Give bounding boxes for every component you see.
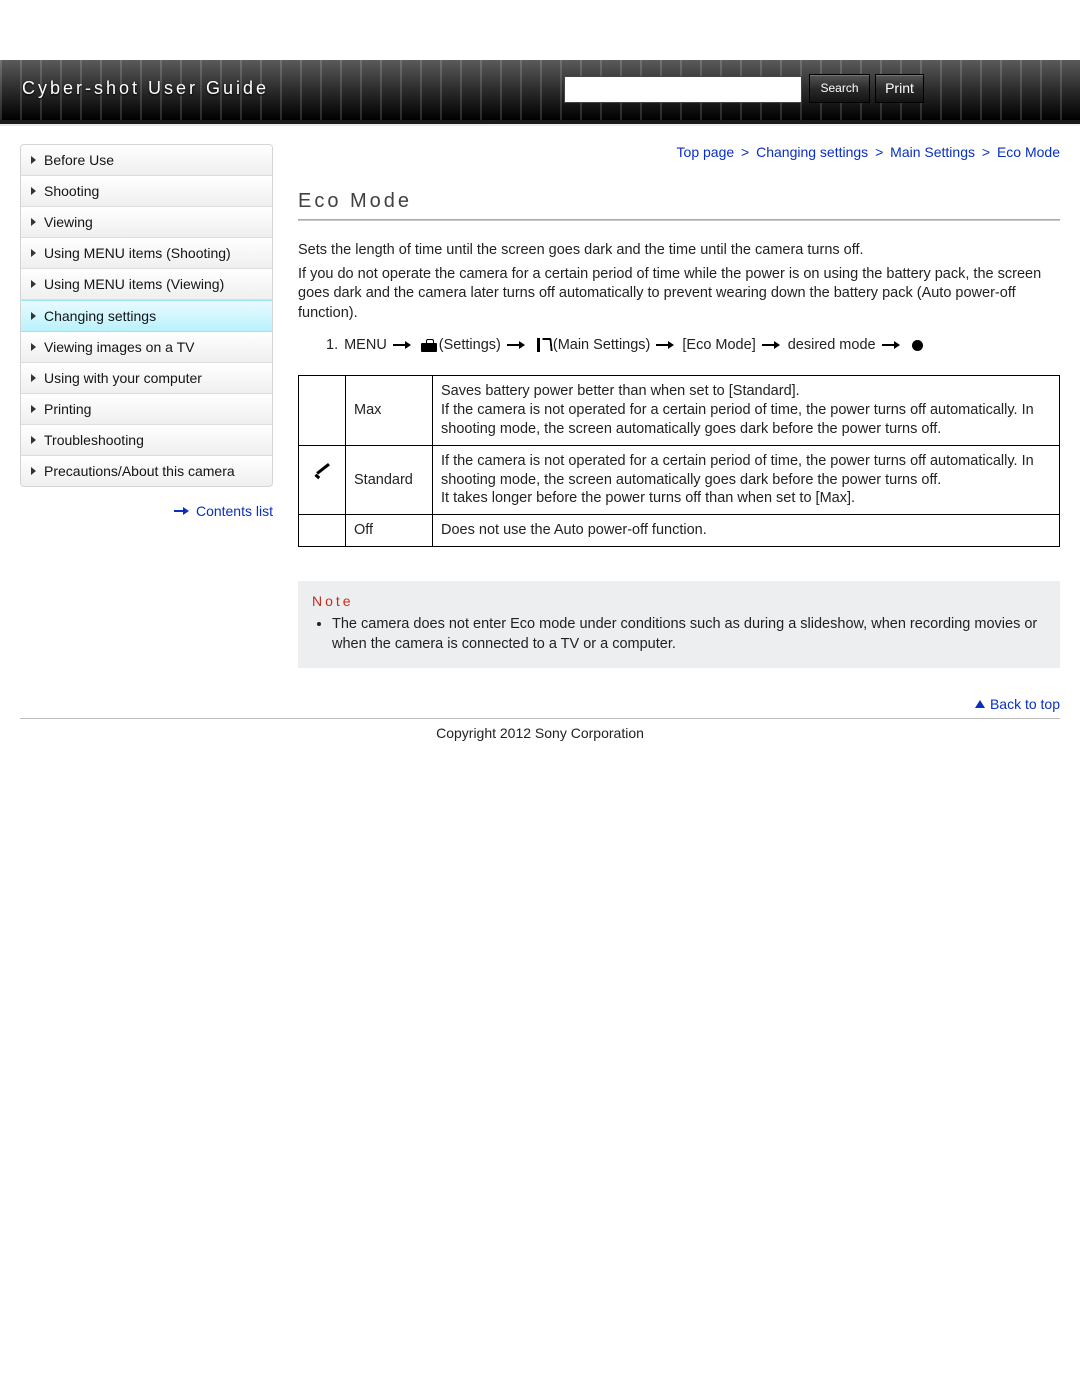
step-text: (Settings) bbox=[439, 337, 501, 353]
sidebar-item-label: Troubleshooting bbox=[44, 432, 144, 448]
breadcrumb-item[interactable]: Changing settings bbox=[756, 144, 868, 160]
sidebar-item[interactable]: Viewing images on a TV bbox=[21, 332, 272, 363]
sidebar-item-label: Precautions/About this camera bbox=[44, 463, 235, 479]
sidebar-item[interactable]: Precautions/About this camera bbox=[21, 456, 272, 486]
note-item: The camera does not enter Eco mode under… bbox=[332, 615, 1046, 654]
table-row: OffDoes not use the Auto power-off funct… bbox=[299, 515, 1060, 547]
sidebar-item-label: Using with your computer bbox=[44, 370, 202, 386]
breadcrumb-item[interactable]: Top page bbox=[677, 144, 735, 160]
table-row: MaxSaves battery power better than when … bbox=[299, 376, 1060, 446]
intro-text-2: If you do not operate the camera for a c… bbox=[298, 265, 1060, 324]
contents-list-link[interactable]: Contents list bbox=[20, 503, 273, 519]
step-text: desired mode bbox=[788, 337, 876, 353]
select-button-icon bbox=[912, 340, 923, 351]
caret-right-icon bbox=[31, 218, 36, 226]
sidebar-item-label: Viewing bbox=[44, 214, 93, 230]
step-number: 1. bbox=[326, 337, 338, 353]
back-to-top-label: Back to top bbox=[990, 696, 1060, 712]
table-row: StandardIf the camera is not operated fo… bbox=[299, 445, 1060, 515]
copyright-text: Copyright 2012 Sony Corporation bbox=[0, 725, 1080, 741]
caret-right-icon bbox=[31, 374, 36, 382]
breadcrumb-item[interactable]: Eco Mode bbox=[997, 144, 1060, 160]
page-title: Eco Mode bbox=[298, 190, 1060, 213]
sidebar-item-label: Viewing images on a TV bbox=[44, 339, 194, 355]
option-description: Does not use the Auto power-off function… bbox=[433, 515, 1060, 547]
breadcrumb: Top page > Changing settings > Main Sett… bbox=[298, 144, 1060, 160]
nav-list: Before Use Shooting Viewing Using MENU item… bbox=[20, 144, 273, 487]
default-cell bbox=[299, 445, 346, 515]
breadcrumb-item[interactable]: Main Settings bbox=[890, 144, 975, 160]
option-name: Max bbox=[346, 376, 433, 446]
caret-right-icon bbox=[31, 405, 36, 413]
option-description: If the camera is not operated for a cert… bbox=[433, 445, 1060, 515]
sidebar-item-label: Printing bbox=[44, 401, 91, 417]
caret-right-icon bbox=[31, 249, 36, 257]
note-title: Note bbox=[312, 593, 1046, 609]
breadcrumb-sep: > bbox=[741, 144, 749, 160]
arrow-right-icon bbox=[656, 341, 676, 349]
sidebar-item-label: Using MENU items (Viewing) bbox=[44, 276, 224, 292]
option-name: Off bbox=[346, 515, 433, 547]
arrow-right-icon bbox=[393, 341, 413, 349]
toolbox-icon bbox=[421, 339, 437, 352]
arrow-right-icon bbox=[174, 507, 190, 515]
site-title: Cyber-shot User Guide bbox=[22, 78, 269, 99]
arrow-right-icon bbox=[507, 341, 527, 349]
sidebar-item[interactable]: Changing settings bbox=[21, 300, 272, 332]
search-button[interactable]: Search bbox=[809, 74, 870, 103]
intro-text-1: Sets the length of time until the screen… bbox=[298, 241, 1060, 261]
caret-right-icon bbox=[31, 280, 36, 288]
sidebar-item-label: Changing settings bbox=[44, 308, 156, 324]
sidebar-item-label: Before Use bbox=[44, 152, 114, 168]
sidebar-item[interactable]: Before Use bbox=[21, 145, 272, 176]
divider bbox=[298, 219, 1060, 221]
sidebar-item[interactable]: Using MENU items (Viewing) bbox=[21, 269, 272, 300]
checkmark-icon bbox=[313, 470, 331, 484]
back-to-top-link[interactable]: Back to top bbox=[298, 696, 1060, 712]
step-text: [Eco Mode] bbox=[682, 337, 755, 353]
sidebar-item[interactable]: Using MENU items (Shooting) bbox=[21, 238, 272, 269]
search-input[interactable] bbox=[564, 76, 802, 103]
caret-right-icon bbox=[31, 156, 36, 164]
caret-right-icon bbox=[31, 187, 36, 195]
option-name: Standard bbox=[346, 445, 433, 515]
triangle-up-icon bbox=[975, 700, 985, 708]
sidebar-item[interactable]: Shooting bbox=[21, 176, 272, 207]
caret-right-icon bbox=[31, 343, 36, 351]
step-text: MENU bbox=[344, 337, 387, 353]
sidebar: Before Use Shooting Viewing Using MENU item… bbox=[20, 144, 273, 519]
main-settings-icon bbox=[535, 338, 551, 352]
default-cell bbox=[299, 515, 346, 547]
breadcrumb-sep: > bbox=[982, 144, 990, 160]
sidebar-item-label: Using MENU items (Shooting) bbox=[44, 245, 231, 261]
breadcrumb-sep: > bbox=[875, 144, 883, 160]
contents-list-label: Contents list bbox=[196, 503, 273, 519]
arrow-right-icon bbox=[762, 341, 782, 349]
caret-right-icon bbox=[31, 436, 36, 444]
sidebar-item[interactable]: Troubleshooting bbox=[21, 425, 272, 456]
sidebar-item-label: Shooting bbox=[44, 183, 99, 199]
caret-right-icon bbox=[31, 467, 36, 475]
default-cell bbox=[299, 376, 346, 446]
option-description: Saves battery power better than when set… bbox=[433, 376, 1060, 446]
header-bar: Cyber-shot User Guide Search Print bbox=[0, 60, 1080, 124]
sidebar-item[interactable]: Viewing bbox=[21, 207, 272, 238]
print-button[interactable]: Print bbox=[875, 74, 924, 103]
caret-right-icon bbox=[31, 312, 36, 320]
footer-divider bbox=[20, 718, 1060, 719]
arrow-right-icon bbox=[882, 341, 902, 349]
menu-path-step: 1. MENU (Settings) (Main Settings) [Eco … bbox=[298, 337, 1060, 353]
step-text: (Main Settings) bbox=[553, 337, 651, 353]
note-box: Note The camera does not enter Eco mode … bbox=[298, 581, 1060, 668]
sidebar-item[interactable]: Printing bbox=[21, 394, 272, 425]
options-table: MaxSaves battery power better than when … bbox=[298, 375, 1060, 547]
sidebar-item[interactable]: Using with your computer bbox=[21, 363, 272, 394]
